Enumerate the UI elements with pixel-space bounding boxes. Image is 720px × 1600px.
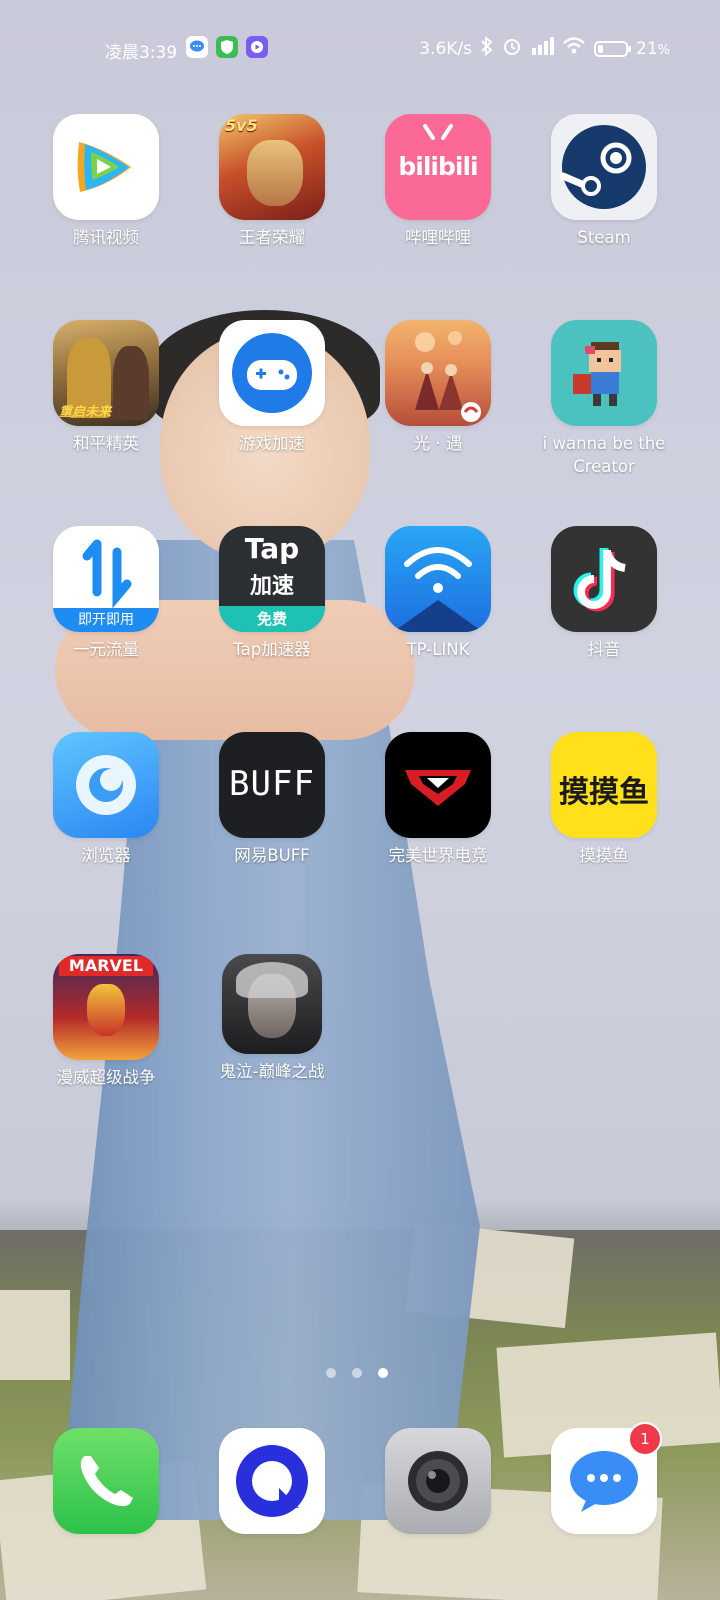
tencent-video-icon	[53, 114, 159, 220]
app-label: 游戏加速	[239, 434, 305, 453]
app-steam[interactable]: Steam	[524, 114, 684, 249]
app-perfect-world-esports[interactable]: 完美世界电竞	[358, 732, 518, 867]
message-notification-icon	[186, 36, 208, 58]
battery-percent: 21%	[636, 38, 670, 59]
buff-logo: BUFF	[229, 764, 315, 804]
app-one-yuan-traffic[interactable]: 即开即用 一元流量	[26, 526, 186, 661]
perfect-world-esports-icon	[385, 732, 491, 838]
app-tp-link[interactable]: TP-LINK	[358, 526, 518, 661]
tap-accelerator-icon: Tap 加速 免费	[219, 526, 325, 632]
one-yuan-traffic-icon: 即开即用	[53, 526, 159, 632]
app-tencent-video[interactable]: 腾讯视频	[26, 114, 186, 249]
page-dot[interactable]	[326, 1368, 336, 1378]
sky-children-of-light-icon	[385, 320, 491, 426]
marvel-logo: MARVEL	[59, 956, 153, 976]
page-dot[interactable]	[352, 1368, 362, 1378]
netease-buff-icon: BUFF	[219, 732, 325, 838]
dock-phone[interactable]	[26, 1428, 186, 1534]
tp-link-icon	[385, 526, 491, 632]
app-sky[interactable]: 光 · 遇	[358, 320, 518, 455]
app-douyin[interactable]: 抖音	[524, 526, 684, 661]
app-label: 哔哩哔哩	[405, 228, 471, 247]
app-label: 完美世界电竞	[388, 846, 488, 865]
bilibili-logo: bilibili	[398, 152, 478, 181]
app-browser[interactable]: 浏览器	[26, 732, 186, 867]
app-devil-may-cry[interactable]: 鬼泣-巅峰之战	[192, 954, 352, 1083]
battery-fill	[598, 44, 603, 53]
dock-camera[interactable]	[358, 1428, 518, 1534]
app-label: Steam	[577, 228, 631, 247]
tap-logo-text: Tap	[244, 532, 300, 565]
bilibili-icon: bilibili	[385, 114, 491, 220]
video-notification-icon	[246, 36, 268, 58]
app-label: 抖音	[587, 640, 621, 659]
game-accelerator-icon	[219, 320, 325, 426]
phone-icon	[53, 1428, 159, 1534]
dante-hair-icon	[236, 962, 308, 998]
app-i-wanna-be-the-creator[interactable]: i wanna be the Creator	[524, 320, 684, 478]
honor-of-kings-icon: 5v5	[219, 114, 325, 220]
battery-icon	[594, 40, 631, 57]
5v5-logo: 5v5	[225, 116, 258, 135]
girl-figure-icon	[113, 346, 149, 420]
app-label: 一元流量	[73, 640, 139, 659]
wifi-icon	[562, 37, 586, 60]
app-moyu[interactable]: 摸摸鱼 摸摸鱼	[524, 732, 684, 867]
app-label: 王者荣耀	[239, 228, 305, 247]
douyin-icon	[551, 526, 657, 632]
signal-icon	[530, 37, 554, 60]
steam-icon	[551, 114, 657, 220]
app-label: 腾讯视频	[73, 228, 139, 247]
page-indicator[interactable]	[326, 1368, 388, 1378]
app-label: 和平精英	[73, 434, 139, 453]
bluetooth-icon	[480, 35, 494, 61]
moyu-logo: 摸摸鱼	[559, 775, 649, 810]
app-label: 漫威超级战争	[56, 1068, 156, 1087]
network-speed: 3.6K/s	[419, 38, 472, 59]
alarm-icon	[502, 36, 522, 61]
page-dot-active[interactable]	[378, 1368, 388, 1378]
accelerate-text: 加速	[249, 574, 294, 599]
status-bar: 凌晨3:39 3.6K/s 21%	[0, 28, 720, 68]
camera-icon	[385, 1428, 491, 1534]
app-label: Tap加速器	[233, 640, 311, 659]
app-label: 摸摸鱼	[579, 846, 629, 865]
i-wanna-be-the-creator-icon	[551, 320, 657, 426]
wallpaper-newspaper	[0, 1290, 70, 1380]
app-peace-elite[interactable]: 重启未来 和平精英	[26, 320, 186, 455]
app-game-accelerator[interactable]: 游戏加速	[192, 320, 352, 455]
app-label: 浏览器	[81, 846, 131, 865]
home-screen: 凌晨3:39 3.6K/s 21% 腾讯视频 5v5 王者荣耀 bilibili…	[0, 0, 720, 1600]
app-label: 光 · 遇	[413, 434, 463, 453]
notification-icons	[186, 36, 268, 58]
app-bilibili[interactable]: bilibili 哔哩哔哩	[358, 114, 518, 249]
status-time: 凌晨3:39	[105, 43, 178, 63]
security-notification-icon	[216, 36, 238, 58]
free-banner: 免费	[219, 606, 325, 632]
dock-quark-browser[interactable]	[192, 1428, 352, 1534]
status-right-group: 3.6K/s 21%	[419, 35, 670, 61]
app-tap-accelerator[interactable]: Tap 加速 免费 Tap加速器	[192, 526, 352, 661]
app-label: 网易BUFF	[234, 846, 310, 865]
quark-icon	[219, 1428, 325, 1534]
app-label: TP-LINK	[406, 640, 470, 659]
app-marvel-super-war[interactable]: MARVEL 漫威超级战争	[26, 954, 186, 1089]
game-hero-face-icon	[247, 140, 303, 206]
devil-may-cry-icon	[222, 954, 322, 1054]
unread-badge: 1	[628, 1422, 662, 1456]
browser-icon	[53, 732, 159, 838]
app-netease-buff[interactable]: BUFF 网易BUFF	[192, 732, 352, 867]
app-label: i wanna be the Creator	[542, 434, 666, 476]
app-label: 鬼泣-巅峰之战	[219, 1062, 325, 1081]
app-honor-of-kings[interactable]: 5v5 王者荣耀	[192, 114, 352, 249]
iron-man-icon	[87, 984, 125, 1036]
peace-elite-icon: 重启未来	[53, 320, 159, 426]
dock-messages[interactable]: 1	[524, 1422, 684, 1534]
restart-future-logo: 重启未来	[59, 405, 112, 420]
marvel-super-war-icon: MARVEL	[53, 954, 159, 1060]
instant-use-banner: 即开即用	[53, 608, 159, 632]
moyu-icon: 摸摸鱼	[551, 732, 657, 838]
